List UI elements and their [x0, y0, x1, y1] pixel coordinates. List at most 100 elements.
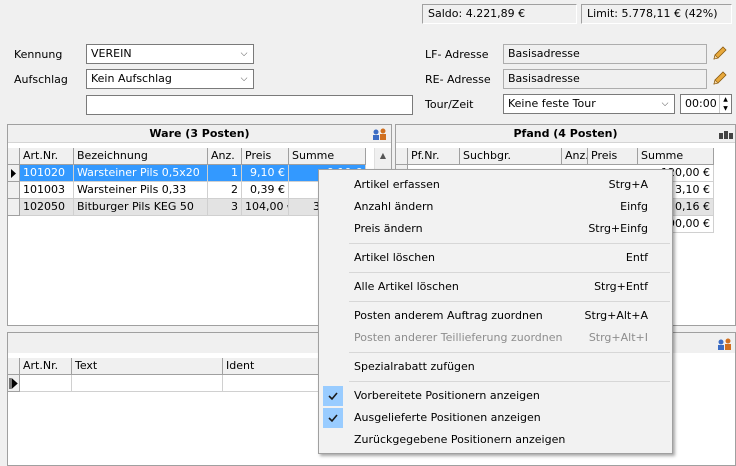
tour-value: Keine feste Tour — [508, 97, 596, 110]
menu-item-shortcut: Entf — [625, 251, 648, 264]
lf-address-field: Basisadresse — [503, 44, 707, 64]
menu-item-label: Spezialrabatt zufügen — [354, 360, 475, 373]
spinner-arrows-icon[interactable]: ▲ ▼ — [719, 95, 731, 113]
table-cell[interactable]: 3 — [208, 199, 242, 216]
table-cell[interactable]: 101020 — [20, 165, 74, 182]
menu-item-label: Artikel löschen — [354, 251, 435, 264]
menu-item-label: Artikel erfassen — [354, 178, 440, 191]
col-anz[interactable]: Anz. — [208, 148, 242, 165]
table-cell[interactable]: 1 — [208, 165, 242, 182]
row-pointer — [8, 165, 20, 182]
menu-item-posten-teillieferung: Posten anderer Teillieferung zuordnen St… — [321, 327, 670, 349]
scroll-up-icon[interactable]: ▲ — [375, 148, 391, 164]
row-pointer-icon — [9, 377, 18, 390]
aufschlag-combo[interactable]: Kein Aufschlag ⌵ — [86, 69, 254, 89]
chevron-down-icon[interactable]: ⌵ — [238, 45, 250, 63]
menu-item-label: Vorbereitete Positionern anzeigen — [354, 389, 540, 402]
col-artnr[interactable]: Art.Nr. — [20, 358, 72, 375]
menu-item-artikel-loeschen[interactable]: Artikel löschen Entf — [321, 247, 670, 269]
kennung-combo[interactable]: VEREIN ⌵ — [86, 44, 254, 64]
check-icon — [323, 408, 343, 428]
menu-item-shortcut: Einfg — [620, 200, 648, 213]
table-cell[interactable]: Warsteiner Pils 0,5x20 — [74, 165, 208, 182]
menu-item-label: Anzahl ändern — [354, 200, 434, 213]
menu-item-shortcut: Strg+Alt+I — [588, 331, 648, 344]
menu-item-posten-auftrag[interactable]: Posten anderem Auftrag zuordnen Strg+Alt… — [321, 305, 670, 327]
table-cell[interactable]: Bitburger Pils KEG 50 — [74, 199, 208, 216]
row-indicator — [8, 182, 20, 199]
col-pfnr[interactable]: Pf.Nr. — [408, 148, 460, 165]
row-indicator-header — [396, 148, 408, 165]
menu-item-artikel-erfassen[interactable]: Artikel erfassen Strg+A — [321, 174, 670, 196]
table-cell[interactable]: 102050 — [20, 199, 74, 216]
menu-item-vorbereitete[interactable]: Vorbereitete Positionern anzeigen — [321, 385, 670, 407]
col-artnr[interactable]: Art.Nr. — [20, 148, 74, 165]
menu-item-anzahl-aendern[interactable]: Anzahl ändern Einfg — [321, 196, 670, 218]
context-menu: Artikel erfassen Strg+A Anzahl ändern Ei… — [318, 169, 673, 454]
col-summe[interactable]: Summe — [289, 148, 366, 165]
edit-pencil-icon[interactable] — [711, 69, 729, 87]
menu-separator — [349, 243, 670, 244]
edit-pencil-icon[interactable] — [711, 44, 729, 62]
users-icon[interactable] — [717, 337, 733, 351]
aufschlag-value: Kein Aufschlag — [91, 72, 172, 85]
kennung-label: Kennung — [14, 48, 63, 61]
table-cell[interactable]: 9,10 € — [242, 165, 289, 182]
menu-item-label: Alle Artikel löschen — [354, 280, 459, 293]
menu-item-shortcut: Strg+A — [608, 178, 648, 191]
time-value: 00:00 — [685, 97, 717, 110]
table-cell[interactable] — [72, 375, 223, 392]
menu-item-label: Preis ändern — [354, 222, 423, 235]
users-icon[interactable] — [372, 127, 388, 141]
menu-item-zurueckgegebene[interactable]: Zurückgegebene Positionern anzeigen — [321, 429, 670, 451]
kennung-value: VEREIN — [91, 47, 132, 60]
chevron-down-icon[interactable]: ⌵ — [238, 70, 250, 88]
col-bezeichnung[interactable]: Bezeichnung — [74, 148, 208, 165]
table-cell[interactable] — [20, 375, 72, 392]
table-cell[interactable]: 0,39 € — [242, 182, 289, 199]
menu-item-spezialrabatt[interactable]: Spezialrabatt zufügen — [321, 356, 670, 378]
col-suchbgr[interactable]: Suchbgr. — [460, 148, 562, 165]
time-spinner[interactable]: 00:00 ▲ ▼ — [680, 94, 732, 114]
menu-item-label: Posten anderer Teillieferung zuordnen — [354, 331, 563, 344]
tour-label: Tour/Zeit — [425, 98, 474, 111]
menu-item-shortcut: Strg+Alt+A — [584, 309, 648, 322]
table-cell[interactable] — [223, 375, 323, 392]
check-icon — [323, 386, 343, 406]
row-indicator-header — [8, 358, 20, 375]
limit-display: Limit: 5.778,11 € (42%) — [581, 4, 732, 24]
menu-separator — [349, 272, 670, 273]
col-preis[interactable]: Preis — [242, 148, 289, 165]
table-cell[interactable]: 2 — [208, 182, 242, 199]
row-pointer — [8, 375, 20, 392]
table-cell[interactable]: 104,00 € — [242, 199, 289, 216]
tour-combo[interactable]: Keine feste Tour ⌵ — [503, 94, 675, 114]
menu-item-shortcut: Strg+Entf — [594, 280, 648, 293]
col-ident[interactable]: Ident — [223, 358, 323, 375]
col-text[interactable]: Text — [72, 358, 223, 375]
table-cell[interactable]: 101003 — [20, 182, 74, 199]
lf-address-label: LF- Adresse — [425, 48, 489, 61]
re-address-label: RE- Adresse — [425, 73, 491, 86]
row-pointer-icon — [11, 169, 16, 178]
menu-item-shortcut: Strg+Einfg — [588, 222, 648, 235]
chevron-down-icon[interactable]: ⌵ — [659, 95, 671, 113]
menu-item-label: Zurückgegebene Positionern anzeigen — [354, 433, 566, 446]
menu-item-ausgelieferte[interactable]: Ausgelieferte Positionen anzeigen — [321, 407, 670, 429]
table-cell[interactable]: Warsteiner Pils 0,33 — [74, 182, 208, 199]
col-summe[interactable]: Summe — [638, 148, 714, 165]
col-anz[interactable]: Anz. — [562, 148, 588, 165]
free-text-field[interactable] — [86, 95, 413, 115]
row-indicator-header — [8, 148, 20, 165]
col-preis[interactable]: Preis — [588, 148, 638, 165]
menu-item-preis-aendern[interactable]: Preis ändern Strg+Einfg — [321, 218, 670, 240]
menu-item-alle-artikel-loeschen[interactable]: Alle Artikel löschen Strg+Entf — [321, 276, 670, 298]
aufschlag-label: Aufschlag — [14, 73, 68, 86]
pfand-title: Pfand (4 Posten) — [396, 125, 735, 143]
menu-item-label: Posten anderem Auftrag zuordnen — [354, 309, 543, 322]
ware-title: Ware (3 Posten) — [8, 125, 391, 143]
re-address-field: Basisadresse — [503, 69, 707, 89]
menu-separator — [349, 352, 670, 353]
group-icon[interactable] — [718, 127, 734, 141]
menu-item-label: Ausgelieferte Positionen anzeigen — [354, 411, 541, 424]
